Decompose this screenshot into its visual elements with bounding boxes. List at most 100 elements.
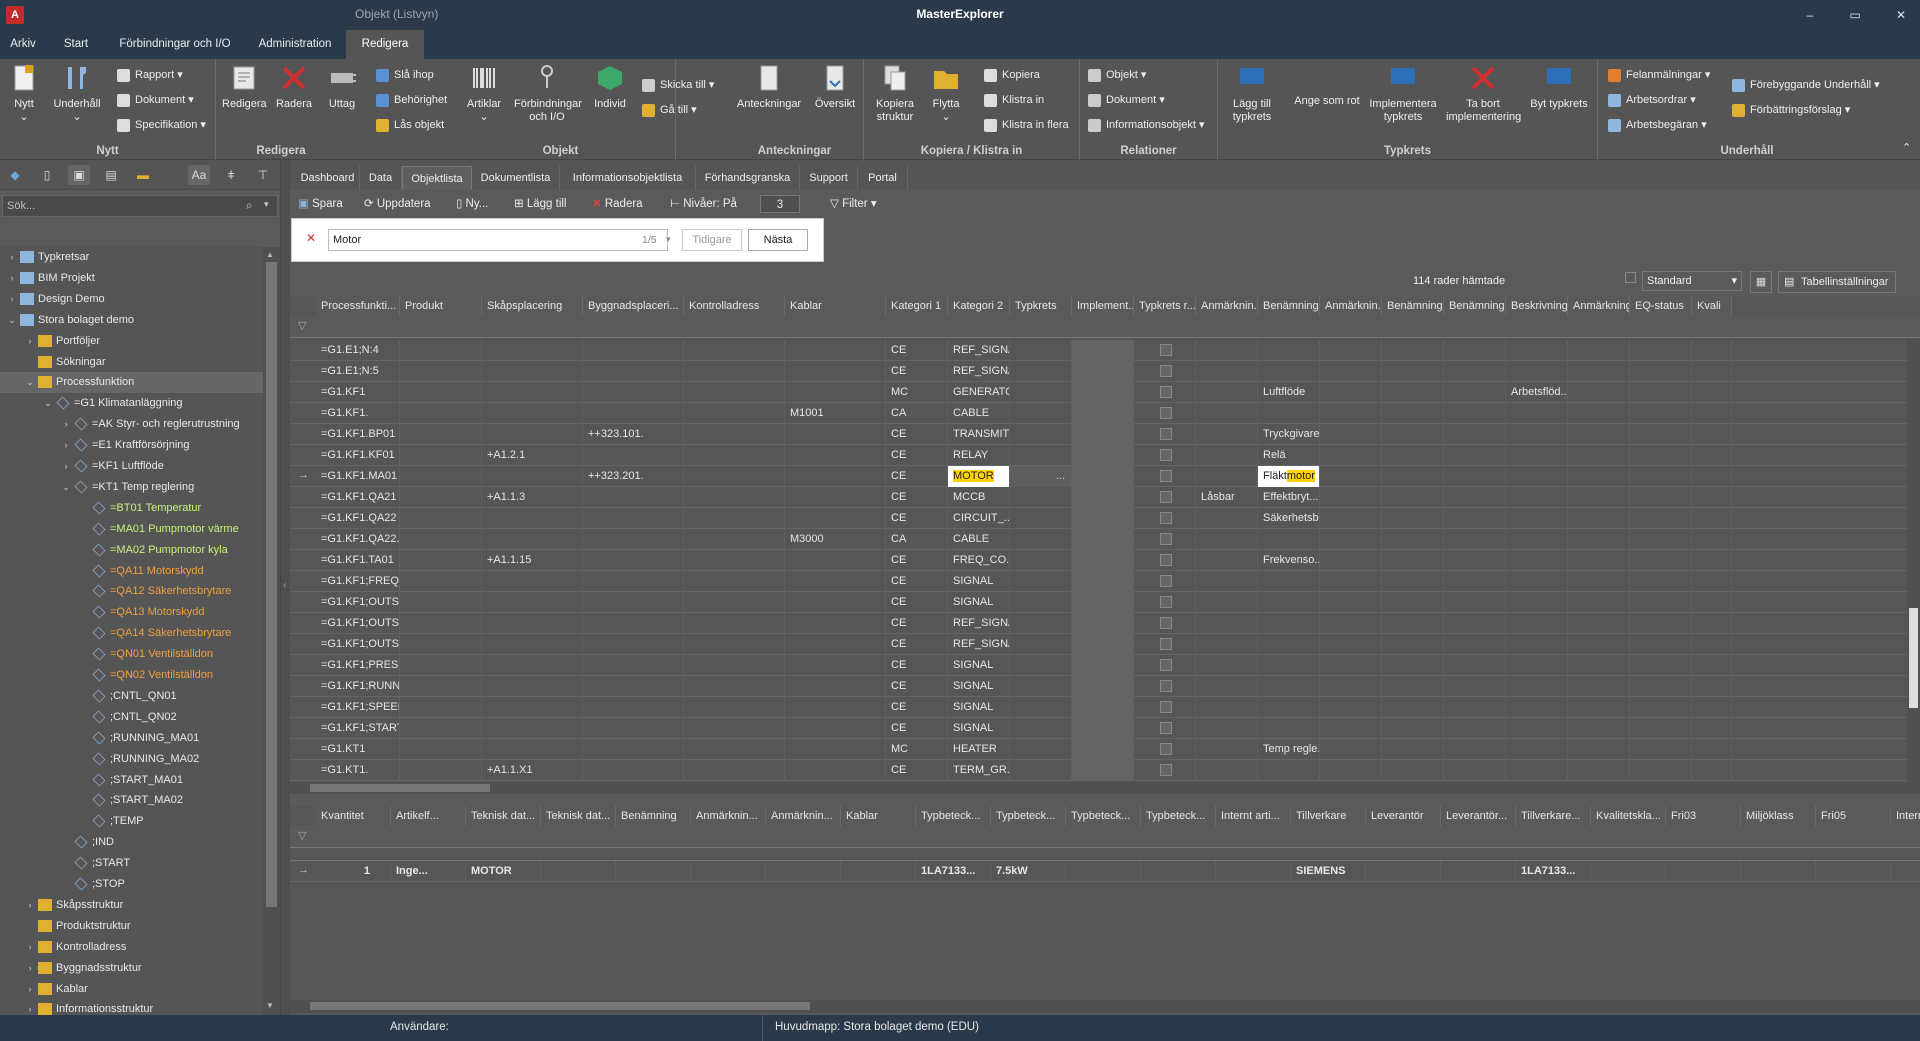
table-cell[interactable] [684, 655, 785, 676]
table-cell[interactable] [1320, 676, 1382, 697]
table-cell[interactable] [1568, 550, 1630, 571]
table-cell[interactable] [1258, 655, 1320, 676]
table-cell[interactable] [400, 382, 482, 403]
table-cell[interactable] [583, 592, 684, 613]
table-cell[interactable] [684, 529, 785, 550]
table-cell[interactable] [1196, 634, 1258, 655]
typkrets-checkbox-cell[interactable] [1134, 697, 1196, 718]
folder-view-icon[interactable]: ▬ [132, 165, 154, 185]
column-header[interactable]: Anmärknin... [1320, 296, 1382, 316]
table-cell[interactable] [785, 718, 886, 739]
table-row[interactable]: =G1.KF1.TA01 +A1.1.15 CE FREQ_CO... Frekvens… [290, 550, 1920, 571]
table-cell[interactable]: Säkerhetsb... [1258, 508, 1320, 529]
table-cell[interactable] [1196, 340, 1258, 361]
column-header[interactable]: Kontrolladress [684, 296, 785, 316]
table-cell[interactable] [785, 445, 886, 466]
table-cell[interactable] [1072, 403, 1134, 424]
table-cell[interactable] [1666, 861, 1741, 882]
table-cell[interactable] [1568, 760, 1630, 781]
table-cell[interactable] [1072, 613, 1134, 634]
table-cell[interactable] [1010, 613, 1072, 634]
table-cell[interactable] [583, 340, 684, 361]
font-toggle-icon[interactable]: Aa [188, 165, 210, 185]
column-header[interactable]: Miljöklass [1741, 806, 1816, 826]
table-cell[interactable] [1258, 697, 1320, 718]
tree-node[interactable]: › Byggnadsstruktur [0, 958, 263, 979]
checkbox[interactable] [1160, 680, 1172, 692]
table-cell[interactable] [482, 571, 583, 592]
column-header[interactable]: Implement... [1072, 296, 1134, 316]
tree-node[interactable]: › =AK Styr- och reglerutrustning [0, 414, 263, 435]
table-cell[interactable]: SIEMENS [1291, 861, 1366, 882]
table-cell[interactable] [1196, 739, 1258, 760]
table-cell[interactable]: SIGNAL [948, 676, 1010, 697]
lagg-till-typkrets-button[interactable]: Lägg till typkrets [1224, 63, 1280, 124]
column-header[interactable]: Typkrets [1010, 296, 1072, 316]
table-cell[interactable] [1196, 466, 1258, 487]
table-cell[interactable] [400, 445, 482, 466]
column-header[interactable]: Typkrets r... [1134, 296, 1196, 316]
column-header[interactable]: Anmärknin... [691, 806, 766, 826]
table-row[interactable]: =G1.KF1;OUTS... CEREF_SIGNAL [290, 613, 1920, 634]
sla-ihop-button[interactable]: Slå ihop [376, 66, 434, 84]
table-cell[interactable]: Inge... [391, 861, 466, 882]
table-cell[interactable]: 1 [316, 861, 391, 882]
table-cell[interactable] [1444, 361, 1506, 382]
table-cell[interactable] [785, 550, 886, 571]
table-cell[interactable] [1010, 739, 1072, 760]
flytta-button[interactable]: Flytta ⌄ [926, 63, 966, 124]
table-cell[interactable] [785, 697, 886, 718]
table-cell[interactable] [684, 403, 785, 424]
table-cell[interactable] [1072, 592, 1134, 613]
table-cell[interactable]: 1LA7133... [916, 861, 991, 882]
table-cell[interactable] [1568, 592, 1630, 613]
table-cell[interactable] [1506, 613, 1568, 634]
column-header[interactable]: Fri05 [1816, 806, 1891, 826]
table-cell[interactable] [1072, 466, 1134, 487]
table-cell[interactable] [1444, 592, 1506, 613]
table-cell[interactable] [1568, 571, 1630, 592]
table-cell[interactable] [1444, 718, 1506, 739]
table-cell[interactable] [1320, 634, 1382, 655]
table-cell[interactable]: SIGNAL [948, 571, 1010, 592]
table-cell[interactable] [400, 340, 482, 361]
table-cell[interactable]: 7.5kW [991, 861, 1066, 882]
table-cell[interactable] [1010, 529, 1072, 550]
table-cell[interactable] [583, 634, 684, 655]
table-row[interactable]: =G1.KF1.QA22 CECIRCUIT_... Säkerhetsb... [290, 508, 1920, 529]
table-cell[interactable] [1196, 655, 1258, 676]
table-cell[interactable] [1630, 382, 1692, 403]
table-cell[interactable]: MOTOR [466, 861, 541, 882]
table-cell[interactable]: CE [886, 655, 948, 676]
table-cell[interactable] [1692, 718, 1732, 739]
table-cell[interactable] [583, 508, 684, 529]
table-cell[interactable] [1320, 487, 1382, 508]
table-cell[interactable] [1196, 424, 1258, 445]
table-cell[interactable] [1630, 697, 1692, 718]
table-cell[interactable]: =G1.KF1.QA22 [316, 508, 400, 529]
tab-support[interactable]: Support [800, 166, 858, 190]
table-cell[interactable] [1568, 403, 1630, 424]
table-cell[interactable] [684, 466, 785, 487]
ellipsis-button[interactable]: ... [1056, 466, 1065, 487]
column-header[interactable]: Kablar [841, 806, 916, 826]
table-cell[interactable] [684, 361, 785, 382]
table-cell[interactable] [785, 361, 886, 382]
behorighet-button[interactable]: Behörighet [376, 91, 447, 109]
table-cell[interactable]: Frekvenso... [1258, 550, 1320, 571]
table-cell[interactable] [1010, 655, 1072, 676]
tab-dokumentlista[interactable]: Dokumentlista [472, 166, 560, 190]
table-cell[interactable] [785, 655, 886, 676]
typkrets-checkbox-cell[interactable] [1134, 550, 1196, 571]
table-cell[interactable]: CE [886, 571, 948, 592]
table-cell[interactable] [1568, 634, 1630, 655]
expand-icon[interactable]: ⌄ [24, 372, 36, 393]
table-cell[interactable] [684, 424, 785, 445]
table-cell[interactable] [1258, 571, 1320, 592]
table-cell[interactable] [1196, 382, 1258, 403]
table-cell[interactable] [785, 382, 886, 403]
table-cell[interactable]: CE [886, 424, 948, 445]
column-header[interactable]: Skåpsplacering [482, 296, 583, 316]
find-next-button[interactable]: Nästa [748, 229, 808, 251]
binoculars-icon[interactable]: ǂ [220, 165, 242, 185]
